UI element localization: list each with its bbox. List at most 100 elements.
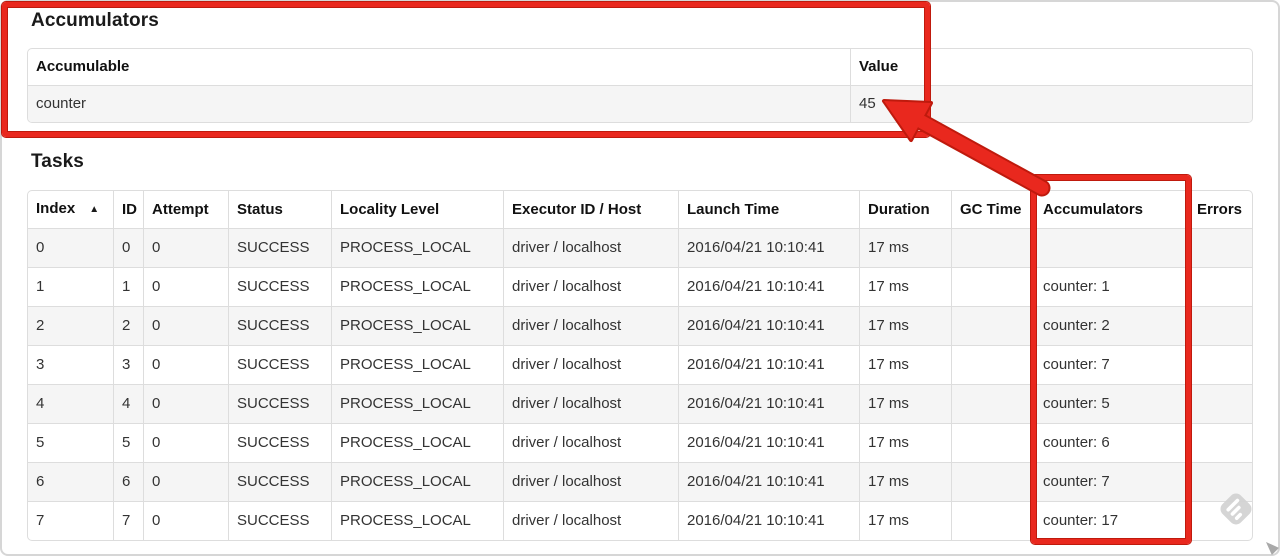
task-gc-time-cell <box>951 462 1034 501</box>
task-index-cell: 7 <box>28 501 113 540</box>
column-header-locality-level[interactable]: Locality Level <box>331 191 503 228</box>
task-locality-cell: PROCESS_LOCAL <box>331 501 503 540</box>
task-status-cell: SUCCESS <box>228 501 331 540</box>
task-executor-cell: driver / localhost <box>503 345 678 384</box>
task-id-cell: 1 <box>113 267 143 306</box>
sort-ascending-icon: ▲ <box>89 204 100 215</box>
task-row: 5 5 0 SUCCESS PROCESS_LOCAL driver / loc… <box>28 423 1252 462</box>
task-accumulators-cell <box>1034 228 1188 267</box>
task-gc-time-cell <box>951 228 1034 267</box>
task-duration-cell: 17 ms <box>859 384 951 423</box>
task-index-cell: 0 <box>28 228 113 267</box>
task-status-cell: SUCCESS <box>228 228 331 267</box>
task-gc-time-cell <box>951 306 1034 345</box>
accumulable-name-cell: counter <box>28 85 850 122</box>
task-row: 7 7 0 SUCCESS PROCESS_LOCAL driver / loc… <box>28 501 1252 540</box>
task-attempt-cell: 0 <box>143 306 228 345</box>
task-executor-cell: driver / localhost <box>503 228 678 267</box>
task-accumulators-cell: counter: 7 <box>1034 345 1188 384</box>
task-executor-cell: driver / localhost <box>503 501 678 540</box>
task-duration-cell: 17 ms <box>859 462 951 501</box>
task-executor-cell: driver / localhost <box>503 306 678 345</box>
accumulators-header-row: Accumulable Value <box>28 49 1252 85</box>
accumulable-value-cell: 45 <box>850 85 1252 122</box>
task-id-cell: 6 <box>113 462 143 501</box>
task-gc-time-cell <box>951 345 1034 384</box>
task-accumulators-cell: counter: 7 <box>1034 462 1188 501</box>
column-header-accumulators[interactable]: Accumulators <box>1034 191 1188 228</box>
task-executor-cell: driver / localhost <box>503 462 678 501</box>
column-header-attempt[interactable]: Attempt <box>143 191 228 228</box>
task-launch-time-cell: 2016/04/21 10:10:41 <box>678 501 859 540</box>
task-duration-cell: 17 ms <box>859 345 951 384</box>
column-header-id[interactable]: ID <box>113 191 143 228</box>
column-header-errors[interactable]: Errors <box>1188 191 1252 228</box>
task-status-cell: SUCCESS <box>228 267 331 306</box>
column-header-executor-id-host[interactable]: Executor ID / Host <box>503 191 678 228</box>
task-executor-cell: driver / localhost <box>503 384 678 423</box>
column-header-duration[interactable]: Duration <box>859 191 951 228</box>
task-launch-time-cell: 2016/04/21 10:10:41 <box>678 228 859 267</box>
task-launch-time-cell: 2016/04/21 10:10:41 <box>678 267 859 306</box>
task-index-cell: 6 <box>28 462 113 501</box>
task-duration-cell: 17 ms <box>859 267 951 306</box>
task-gc-time-cell <box>951 501 1034 540</box>
task-attempt-cell: 0 <box>143 267 228 306</box>
task-index-cell: 2 <box>28 306 113 345</box>
column-header-gc-time[interactable]: GC Time <box>951 191 1034 228</box>
task-launch-time-cell: 2016/04/21 10:10:41 <box>678 306 859 345</box>
task-accumulators-cell: counter: 5 <box>1034 384 1188 423</box>
column-header-status[interactable]: Status <box>228 191 331 228</box>
task-id-cell: 5 <box>113 423 143 462</box>
task-duration-cell: 17 ms <box>859 501 951 540</box>
task-accumulators-cell: counter: 17 <box>1034 501 1188 540</box>
task-errors-cell <box>1188 306 1252 345</box>
task-duration-cell: 17 ms <box>859 228 951 267</box>
task-errors-cell <box>1188 423 1252 462</box>
task-duration-cell: 17 ms <box>859 306 951 345</box>
task-attempt-cell: 0 <box>143 501 228 540</box>
task-id-cell: 0 <box>113 228 143 267</box>
task-attempt-cell: 0 <box>143 228 228 267</box>
column-header-index[interactable]: Index ▲ <box>28 191 113 228</box>
task-launch-time-cell: 2016/04/21 10:10:41 <box>678 423 859 462</box>
task-launch-time-cell: 2016/04/21 10:10:41 <box>678 462 859 501</box>
tasks-header-row: Index ▲ ID Attempt Status Locality Level … <box>28 191 1252 228</box>
task-locality-cell: PROCESS_LOCAL <box>331 423 503 462</box>
task-errors-cell <box>1188 501 1252 540</box>
task-row: 1 1 0 SUCCESS PROCESS_LOCAL driver / loc… <box>28 267 1252 306</box>
task-id-cell: 7 <box>113 501 143 540</box>
task-index-cell: 3 <box>28 345 113 384</box>
column-header-accumulable: Accumulable <box>36 58 130 75</box>
task-gc-time-cell <box>951 423 1034 462</box>
task-row: 6 6 0 SUCCESS PROCESS_LOCAL driver / loc… <box>28 462 1252 501</box>
cursor-icon <box>1266 542 1279 555</box>
task-gc-time-cell <box>951 384 1034 423</box>
task-locality-cell: PROCESS_LOCAL <box>331 384 503 423</box>
task-accumulators-cell: counter: 2 <box>1034 306 1188 345</box>
column-header-launch-time[interactable]: Launch Time <box>678 191 859 228</box>
tasks-table: Index ▲ ID Attempt Status Locality Level … <box>27 190 1253 541</box>
task-index-cell: 1 <box>28 267 113 306</box>
task-status-cell: SUCCESS <box>228 345 331 384</box>
task-duration-cell: 17 ms <box>859 423 951 462</box>
accumulator-row: counter 45 <box>28 85 1252 122</box>
task-locality-cell: PROCESS_LOCAL <box>331 345 503 384</box>
task-errors-cell <box>1188 228 1252 267</box>
task-id-cell: 3 <box>113 345 143 384</box>
task-status-cell: SUCCESS <box>228 423 331 462</box>
task-status-cell: SUCCESS <box>228 384 331 423</box>
task-errors-cell <box>1188 384 1252 423</box>
task-launch-time-cell: 2016/04/21 10:10:41 <box>678 345 859 384</box>
task-row: 2 2 0 SUCCESS PROCESS_LOCAL driver / loc… <box>28 306 1252 345</box>
task-attempt-cell: 0 <box>143 462 228 501</box>
task-row: 3 3 0 SUCCESS PROCESS_LOCAL driver / loc… <box>28 345 1252 384</box>
task-errors-cell <box>1188 267 1252 306</box>
task-locality-cell: PROCESS_LOCAL <box>331 228 503 267</box>
tasks-heading: Tasks <box>31 151 84 172</box>
task-attempt-cell: 0 <box>143 423 228 462</box>
task-locality-cell: PROCESS_LOCAL <box>331 267 503 306</box>
task-row: 4 4 0 SUCCESS PROCESS_LOCAL driver / loc… <box>28 384 1252 423</box>
task-accumulators-cell: counter: 6 <box>1034 423 1188 462</box>
task-id-cell: 4 <box>113 384 143 423</box>
